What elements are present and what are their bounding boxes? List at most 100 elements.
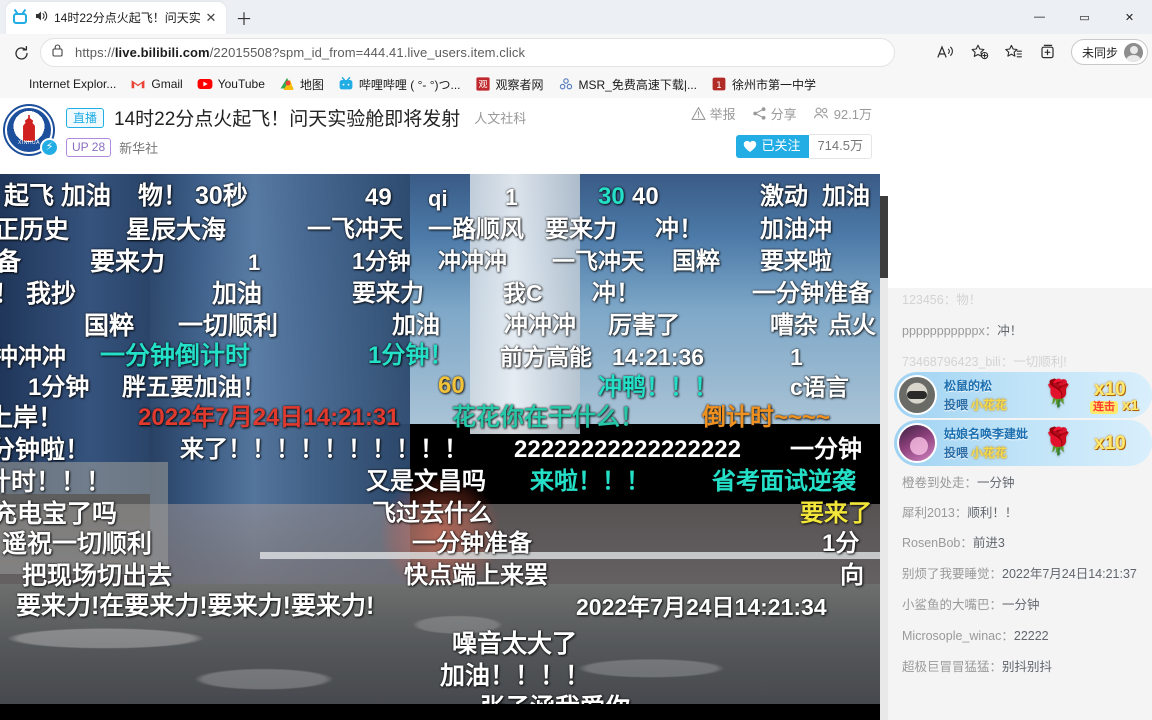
chat-message: 小鲨鱼的大嘴巴：一分钟 — [902, 599, 1152, 612]
live-page: XINHUA ⚡ 直播 14时22分点火起飞！问天实验舱即将发射 人文社科 UP… — [0, 98, 1152, 720]
up-level-badge: UP 28 — [66, 138, 112, 157]
danmaku-comment: 冲鸭！！！ — [598, 374, 718, 401]
danmaku-comment: 一飞冲天 — [307, 216, 403, 243]
reload-button[interactable] — [8, 40, 34, 66]
gift-action: 投喂 小花花 — [944, 444, 1007, 461]
danmaku-comment: 加油 — [822, 183, 870, 210]
bookmark-item[interactable]: 观 观察者网 — [475, 76, 544, 93]
live-title-row: 直播 14时22分点火起飞！问天实验舱即将发射 人文社科 — [66, 104, 526, 131]
youtube-icon — [197, 76, 213, 92]
chat-message-user[interactable]: RosenBob — [902, 536, 960, 550]
bookmark-item[interactable]: 哔哩哔哩 ( °- °)つ... — [338, 76, 461, 93]
streamer-name[interactable]: 新华社 — [119, 138, 158, 157]
gift-count: x10 — [1094, 379, 1126, 400]
chat-message-text: 顺利！！ — [967, 506, 1018, 520]
bilibili-favicon — [12, 8, 28, 26]
live-category[interactable]: 人文社科 — [474, 108, 526, 127]
live-header-actions: 举报 分享 92.1万 — [675, 104, 872, 123]
chat-message-separator: ： — [989, 660, 1003, 674]
tab-title: 14时22分点火起飞！问天实 — [54, 11, 201, 25]
gift-sender-avatar[interactable] — [897, 423, 937, 463]
chat-message-text: 前进3 — [972, 536, 1005, 550]
bookmark-label: YouTube — [217, 77, 265, 91]
chat-message-text: 一分钟 — [977, 476, 1015, 490]
danmaku-comment: 冲！ — [592, 280, 640, 307]
address-bar[interactable]: https://live.bilibili.com/22015508?spm_i… — [40, 38, 895, 67]
bookmark-item[interactable]: 地图 — [279, 76, 324, 93]
chat-message-user[interactable]: 123456 — [902, 293, 944, 307]
danmaku-comment: 30 — [598, 183, 625, 210]
danmaku-comment: 要来力 — [90, 248, 166, 276]
chat-message-user[interactable]: 73468796423_bili — [902, 355, 1001, 369]
danmaku-comment: 加油冲 — [760, 216, 832, 243]
url-text: https://live.bilibili.com/22015508?spm_i… — [75, 45, 526, 60]
maximize-button[interactable]: ▭ — [1062, 0, 1107, 34]
bookmark-item[interactable]: YouTube — [197, 76, 265, 92]
browser-tab[interactable]: 14时22分点火起飞！问天实 ✕ — [6, 2, 226, 34]
chat-message-list[interactable]: 123456：物！ pppppppppppx：冲！ 73468796423_bili… — [888, 196, 1152, 720]
chat-message: Microsople_winac：22222 — [902, 630, 1152, 643]
chat-message-text: 一切顺利! — [1013, 355, 1067, 369]
bookmark-label: 徐州市第一中学 — [731, 77, 816, 92]
profile-sync-button[interactable]: 未同步 — [1070, 39, 1148, 65]
collections-icon[interactable] — [1033, 38, 1063, 66]
chat-message-user[interactable]: pppppppppppx — [902, 324, 985, 338]
danmaku-comment: 激动 — [760, 183, 808, 210]
chat-message-user[interactable]: 犀利2013 — [902, 506, 955, 520]
sync-status-label: 未同步 — [1081, 45, 1118, 60]
gift-sender-avatar[interactable] — [897, 375, 937, 415]
window-close-button[interactable]: ✕ — [1107, 0, 1152, 34]
browser-toolbar-icons: 未同步 — [929, 34, 1148, 70]
danmaku-comment: 2022年7月24日14:21:34 — [576, 594, 827, 620]
report-button[interactable]: 举报 — [691, 104, 736, 123]
chat-message-user[interactable]: Microsople_winac — [902, 629, 1001, 643]
speaker-icon[interactable] — [33, 8, 49, 29]
danmaku-comment: 物！ 30秒 — [138, 182, 248, 210]
combo-badge: 连击 — [1090, 401, 1118, 414]
chat-message-user[interactable]: 别烦了我要睡觉 — [902, 567, 990, 581]
close-icon[interactable]: ✕ — [202, 9, 220, 27]
add-favorite-icon[interactable] — [965, 38, 995, 66]
chat-scrollbar[interactable] — [880, 196, 888, 720]
video-player[interactable]: 起飞 加油 物！ 30秒 49 qi 1 30 40 激动 加油 正历史 星辰大海 一飞冲天 一路顺风要… — [0, 174, 880, 720]
share-button[interactable]: 分享 — [752, 104, 797, 123]
danmaku-comment: 一分钟倒计时 — [100, 342, 251, 370]
danmaku-comment: 点火 — [828, 312, 876, 339]
live-room-header: XINHUA ⚡ 直播 14时22分点火起飞！问天实验舱即将发射 人文社科 UP… — [0, 98, 880, 174]
bookmark-item[interactable]: Gmail — [130, 76, 183, 92]
danmaku-comment: 一飞冲天 — [552, 248, 644, 274]
new-tab-button[interactable]: ＋ — [232, 7, 256, 31]
chat-message: 橙卷到处走：一分钟 — [902, 477, 1152, 490]
danmaku-comment: 遥祝一切顺利 — [2, 530, 153, 558]
danmaku-comment: 省考面试逆袭 — [712, 468, 856, 495]
bookmark-item[interactable]: Internet Explor... — [8, 76, 116, 92]
favorites-icon[interactable] — [999, 38, 1029, 66]
bookmark-label: MSR_免费高速下载|... — [578, 77, 697, 92]
player-control-bar[interactable] — [0, 704, 880, 720]
chat-message-user[interactable]: 橙卷到处走 — [902, 476, 965, 490]
gift-sender-name: 姑娘名唤李建妣 — [944, 427, 1029, 441]
live-badge: 直播 — [66, 107, 105, 128]
danmaku-comment: 一切顺利 — [178, 312, 279, 340]
read-aloud-icon[interactable] — [931, 38, 961, 66]
live-lightning-badge: ⚡ — [40, 138, 59, 157]
chat-message-text: 2022年7月24日14:21:37 — [1002, 567, 1137, 581]
gift-action: 投喂 小花花 — [944, 396, 1007, 413]
minimize-button[interactable]: — — [1017, 0, 1062, 34]
chat-scrollbar-thumb[interactable] — [880, 196, 888, 278]
chat-message-user[interactable]: 超极巨冒冒猛猛 — [902, 660, 990, 674]
chat-message-separator: ： — [989, 567, 1003, 581]
danmaku-comment: 14:21:36 — [612, 344, 705, 370]
bookmark-item[interactable]: MSR_免费高速下载|... — [558, 76, 697, 93]
danmaku-comment: 1分钟 — [352, 248, 411, 274]
gift-name: 小花花 — [971, 398, 1008, 412]
bookmark-item[interactable]: 1 徐州市第一中学 — [711, 76, 816, 93]
danmaku-comment: 加油 — [212, 280, 263, 308]
danmaku-comment: 40 — [632, 183, 659, 210]
chat-message-user[interactable]: 小鲨鱼的大嘴巴 — [902, 598, 990, 612]
follow-label: 已关注 — [761, 138, 801, 153]
chat-message: 73468796423_bili：一切顺利! — [902, 356, 1152, 369]
follow-button[interactable]: 已关注 — [736, 135, 810, 158]
danmaku-comment: 嘈杂 — [770, 312, 818, 339]
bookmark-label: 哔哩哔哩 ( °- °)つ... — [358, 77, 461, 92]
